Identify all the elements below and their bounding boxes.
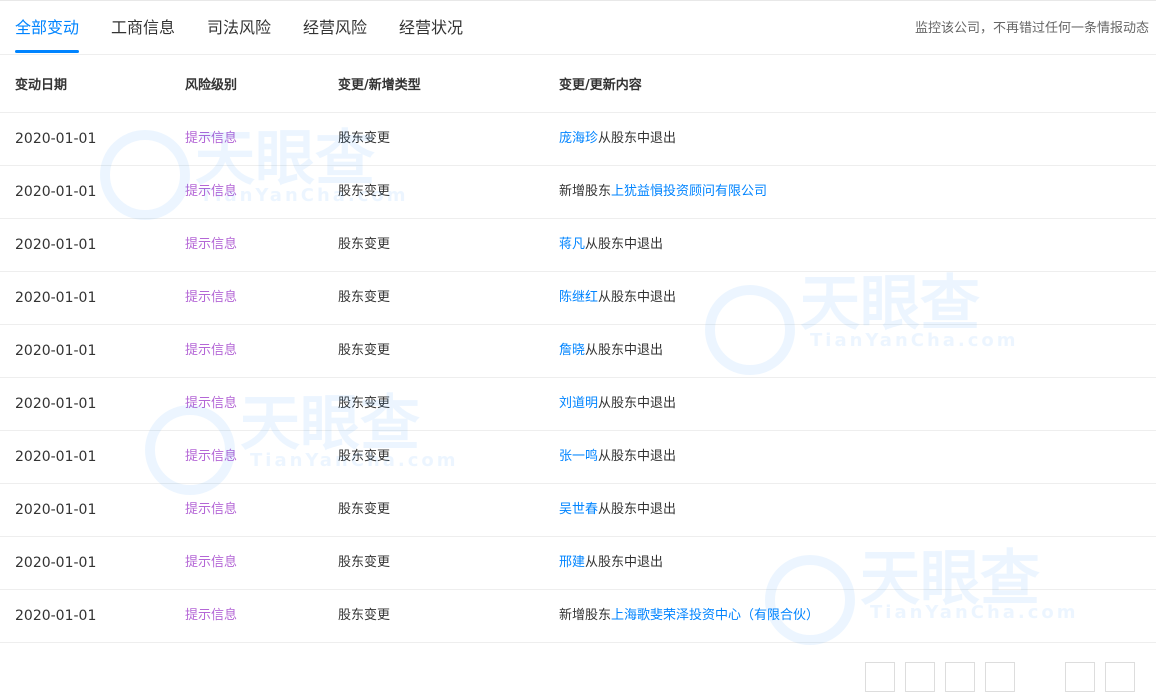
shareholder-link[interactable]: 陈继红 [559,290,598,305]
change-type: 股东变更 [338,608,391,623]
change-content: 蒋凡从股东中退出 [559,236,663,254]
change-type: 股东变更 [338,396,391,411]
change-date: 2020-01-01 [15,131,97,147]
page-button[interactable] [865,662,895,692]
shareholder-link[interactable]: 庞海珍 [559,131,598,146]
table-row: 2020-01-01 提示信息 股东变更 陈继红从股东中退出 [0,272,1156,325]
content-suffix: 从股东中退出 [598,290,677,305]
change-type: 股东变更 [338,184,391,199]
change-date: 2020-01-01 [15,502,97,518]
shareholder-link[interactable]: 刘道明 [559,396,598,411]
page-button[interactable] [905,662,935,692]
column-header-change-type: 变更/新增类型 [338,78,421,93]
risk-level: 提示信息 [185,343,238,358]
tab-business-info[interactable]: 工商信息 [111,17,175,39]
shareholder-link[interactable]: 吴世春 [559,502,598,517]
change-content: 新增股东上海歌斐荣泽投资中心（有限合伙） [559,607,819,625]
shareholder-link[interactable]: 上海歌斐荣泽投资中心（有限合伙） [611,608,819,623]
tab-all-changes[interactable]: 全部变动 [15,17,79,39]
shareholder-link[interactable]: 上犹益愪投资顾问有限公司 [611,184,767,199]
change-date: 2020-01-01 [15,555,97,571]
change-content: 陈继红从股东中退出 [559,289,676,307]
content-prefix: 新增股东 [559,608,612,623]
change-type: 股东变更 [338,502,391,517]
change-type: 股东变更 [338,237,391,252]
risk-level: 提示信息 [185,290,238,305]
tab-operating-risk[interactable]: 经营风险 [303,17,367,39]
change-date: 2020-01-01 [15,343,97,359]
content-suffix: 从股东中退出 [598,131,677,146]
risk-level: 提示信息 [185,184,238,199]
content-suffix: 从股东中退出 [598,449,677,464]
change-date: 2020-01-01 [15,237,97,253]
pagination-next [1065,662,1145,692]
column-header-date: 变动日期 [15,78,68,93]
change-date: 2020-01-01 [15,184,97,200]
shareholder-link[interactable]: 蒋凡 [559,237,585,252]
table-row: 2020-01-01 提示信息 股东变更 吴世春从股东中退出 [0,484,1156,537]
table-row: 2020-01-01 提示信息 股东变更 庞海珍从股东中退出 [0,113,1156,166]
table-row: 2020-01-01 提示信息 股东变更 张一鸣从股东中退出 [0,431,1156,484]
page-button[interactable] [945,662,975,692]
page-button[interactable] [985,662,1015,692]
monitor-promo-text[interactable]: 监控该公司，不再错过任何一条情报动态 [915,20,1149,38]
table-row: 2020-01-01 提示信息 股东变更 新增股东上犹益愪投资顾问有限公司 [0,166,1156,219]
active-tab-indicator [15,50,79,53]
table-header: 变动日期 风险级别 变更/新增类型 变更/更新内容 [0,59,1156,113]
change-content: 詹晓从股东中退出 [559,342,663,360]
table-body: 2020-01-01 提示信息 股东变更 庞海珍从股东中退出 2020-01-01 提示信… [0,113,1156,643]
change-content: 吴世春从股东中退出 [559,501,676,519]
shareholder-link[interactable]: 张一鸣 [559,449,598,464]
tab-operating-status[interactable]: 经营状况 [399,17,463,39]
content-prefix: 新增股东 [559,184,612,199]
risk-level: 提示信息 [185,449,238,464]
content-suffix: 从股东中退出 [585,237,664,252]
table-row: 2020-01-01 提示信息 股东变更 新增股东上海歌斐荣泽投资中心（有限合伙） [0,590,1156,643]
risk-level: 提示信息 [185,502,238,517]
change-type: 股东变更 [338,290,391,305]
page-button[interactable] [1065,662,1095,692]
shareholder-link[interactable]: 詹晓 [559,343,585,358]
content-suffix: 从股东中退出 [598,396,677,411]
content-suffix: 从股东中退出 [585,343,664,358]
change-type: 股东变更 [338,131,391,146]
change-content: 张一鸣从股东中退出 [559,448,676,466]
tab-bar: 全部变动 工商信息 司法风险 经营风险 经营状况 监控该公司，不再错过任何一条情… [0,1,1156,55]
risk-level: 提示信息 [185,131,238,146]
change-type: 股东变更 [338,343,391,358]
change-type: 股东变更 [338,449,391,464]
risk-level: 提示信息 [185,555,238,570]
risk-level: 提示信息 [185,237,238,252]
page-button[interactable] [1105,662,1135,692]
table-row: 2020-01-01 提示信息 股东变更 刘道明从股东中退出 [0,378,1156,431]
tab-judicial-risk[interactable]: 司法风险 [207,17,271,39]
content-suffix: 从股东中退出 [598,502,677,517]
table-row: 2020-01-01 提示信息 股东变更 詹晓从股东中退出 [0,325,1156,378]
change-type: 股东变更 [338,555,391,570]
pagination [865,662,1025,692]
shareholder-link[interactable]: 邢建 [559,555,585,570]
change-content: 庞海珍从股东中退出 [559,130,676,148]
table-row: 2020-01-01 提示信息 股东变更 蒋凡从股东中退出 [0,219,1156,272]
change-content: 邢建从股东中退出 [559,554,663,572]
change-content: 刘道明从股东中退出 [559,395,676,413]
change-date: 2020-01-01 [15,608,97,624]
risk-level: 提示信息 [185,608,238,623]
column-header-change-content: 变更/更新内容 [559,78,642,93]
content-suffix: 从股东中退出 [585,555,664,570]
change-date: 2020-01-01 [15,290,97,306]
column-header-risk-level: 风险级别 [185,78,238,93]
change-date: 2020-01-01 [15,396,97,412]
risk-level: 提示信息 [185,396,238,411]
table-row: 2020-01-01 提示信息 股东变更 邢建从股东中退出 [0,537,1156,590]
change-content: 新增股东上犹益愪投资顾问有限公司 [559,183,767,201]
change-date: 2020-01-01 [15,449,97,465]
